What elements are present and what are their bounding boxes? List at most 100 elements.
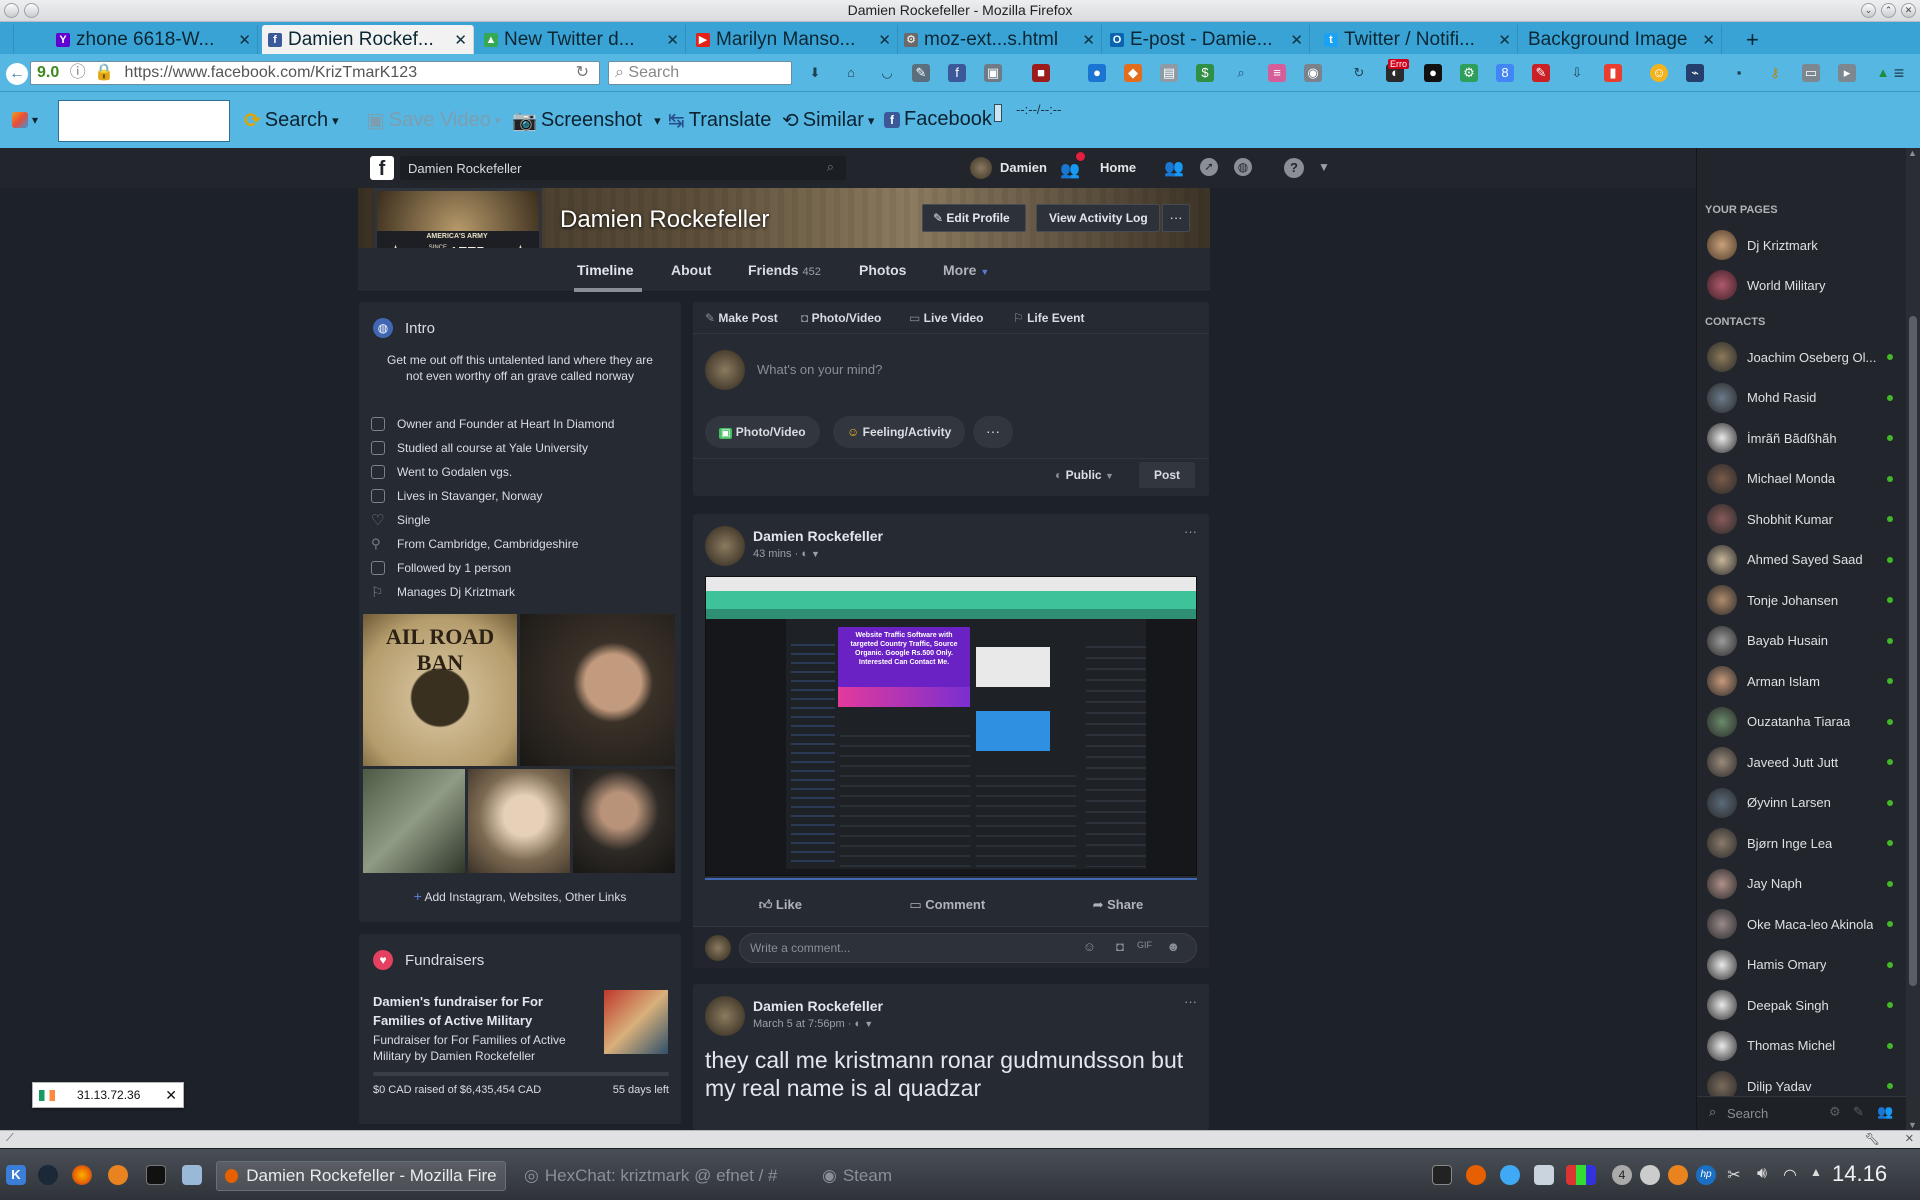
toolbar-search-input[interactable] — [58, 100, 230, 142]
tab-more[interactable]: More ▼ — [943, 262, 989, 278]
wifi-icon[interactable]: ◠ — [1780, 1165, 1800, 1185]
kde-menu-icon[interactable]: K — [6, 1165, 26, 1185]
tab-close-icon[interactable]: ✕ — [666, 31, 679, 49]
contact-item[interactable]: Shobhit Kumar — [1707, 502, 1897, 536]
photo-woman[interactable] — [468, 769, 570, 873]
feather-icon[interactable]: ✎ — [912, 64, 930, 82]
photo-banknote[interactable]: AIL ROAD BAN — [363, 614, 517, 766]
contact-item[interactable]: Hamis Omary — [1707, 948, 1897, 982]
url-bar[interactable]: 9.0 ⓘ 🔒 https://www.facebook.com/KrizTma… — [30, 61, 600, 85]
wrench-icon[interactable]: 🔧︎ — [1865, 1132, 1880, 1146]
contact-item[interactable]: Bjørn Inge Lea — [1707, 826, 1897, 860]
photo-video-tab[interactable]: ◘ Photo/Video — [801, 311, 881, 325]
post-button[interactable]: Post — [1139, 462, 1195, 488]
life-event-tab[interactable]: ⚐ Life Event — [1013, 311, 1084, 325]
photo-video-button[interactable]: ▣ Photo/Video — [705, 416, 820, 448]
contact-item[interactable]: Joachim Oseberg Ol... — [1707, 340, 1897, 374]
share-button[interactable]: ➦ Share — [1093, 897, 1144, 913]
striped-addon-icon[interactable]: ≡ — [1268, 64, 1286, 82]
file-manager-icon[interactable] — [182, 1165, 202, 1185]
page-item[interactable]: Dj Kriztmark — [1707, 228, 1897, 262]
facebook-button[interactable]: f Facebook — [884, 108, 992, 131]
contact-item[interactable]: Michael Monda — [1707, 462, 1897, 496]
window-pin-button[interactable] — [24, 3, 39, 18]
page-scrollbar[interactable]: ▲ ▼ — [1906, 148, 1920, 1130]
search-icon[interactable]: ⌕ — [827, 159, 834, 175]
fb-user-name[interactable]: Damien — [1000, 160, 1047, 175]
new-tab-plus-icon[interactable]: + — [1740, 25, 1770, 54]
tray-network-icon[interactable] — [1500, 1165, 1520, 1185]
back-arrow-icon[interactable]: ← — [6, 63, 28, 85]
screenshot-addon-icon[interactable]: ▤ — [1160, 64, 1178, 82]
post-options-icon[interactable]: ··· — [1184, 994, 1197, 1009]
help-icon[interactable]: ? — [1284, 158, 1304, 178]
tray-hp-icon[interactable]: hp — [1696, 1165, 1716, 1185]
similar-button[interactable]: ⟲ Similar ▾ — [782, 108, 874, 133]
dollar-addon-icon[interactable]: $ — [1196, 64, 1214, 82]
volume-icon[interactable]: 🔊︎ — [1752, 1165, 1772, 1185]
messenger-icon[interactable]: ➚ — [1200, 158, 1218, 176]
tab-close-icon[interactable]: ✕ — [454, 31, 467, 49]
firefox-icon[interactable] — [72, 1165, 92, 1185]
fundraiser-image[interactable] — [604, 990, 668, 1054]
tab-close-icon[interactable]: ✕ — [1290, 31, 1303, 49]
media-slider-left[interactable] — [994, 104, 1002, 122]
sticker-icon[interactable]: ☻ — [1166, 939, 1180, 954]
location-pin-icon[interactable]: ● — [1088, 64, 1106, 82]
friends-icon[interactable]: 👥 — [1164, 158, 1184, 178]
post-time[interactable]: March 5 at 7:56pm · ◐ ▼ — [753, 1018, 873, 1030]
more-options-button[interactable]: ··· — [973, 416, 1013, 448]
close-icon[interactable]: ✕ — [165, 1083, 177, 1107]
contact-item[interactable]: Bayab Husain — [1707, 624, 1897, 658]
tab-close-icon[interactable]: ✕ — [1082, 31, 1095, 49]
tab-3[interactable]: ▶ Marilyn Manso... ✕ — [690, 25, 898, 54]
magnifier-addon-icon[interactable]: ⌕ — [1232, 64, 1250, 82]
composer-input[interactable]: What's on your mind? — [757, 362, 882, 377]
site-info-icon[interactable]: ⓘ — [70, 64, 86, 81]
post-image-screenshot[interactable]: Website Traffic Software with targeted C… — [705, 576, 1197, 876]
camera-addon-icon[interactable]: ◉ — [1304, 64, 1322, 82]
colorful-addon-icon[interactable]: ◆ — [1124, 64, 1142, 82]
tab-close-icon[interactable]: ✕ — [878, 31, 891, 49]
toolbar-search-button[interactable]: ⟳ Search ▾ — [244, 108, 339, 133]
settings-icon[interactable]: ⚙ — [1829, 1104, 1841, 1120]
sync-addon-icon[interactable]: ↻ — [1350, 64, 1368, 82]
chat-search-input[interactable]: Search — [1727, 1106, 1768, 1121]
task-firefox[interactable]: Damien Rockefeller - Mozilla Firefo — [216, 1161, 506, 1191]
tab-4[interactable]: ⚙ moz-ext...s.html ✕ — [898, 25, 1102, 54]
group-icon[interactable]: 👥 — [1877, 1104, 1893, 1120]
post-time[interactable]: 43 mins · ◐ ▼ — [753, 548, 820, 560]
facebook-logo-icon[interactable]: f — [370, 156, 394, 180]
contact-item[interactable]: Mohd Rasid — [1707, 381, 1897, 415]
tab-7[interactable]: Background Image ✕ — [1522, 25, 1722, 54]
tray-color-icon[interactable] — [1566, 1165, 1596, 1185]
post-author[interactable]: Damien Rockefeller — [753, 998, 883, 1014]
reload-icon[interactable]: ↻ — [576, 62, 589, 84]
tray-tools-icon[interactable]: ✂ — [1724, 1165, 1744, 1185]
avatar[interactable] — [705, 996, 745, 1036]
pocket-icon[interactable]: ◡ — [878, 64, 896, 82]
photo-dollar[interactable] — [363, 769, 465, 873]
hamburger-menu-icon[interactable]: ≡ — [1890, 64, 1908, 82]
avatar[interactable] — [705, 526, 745, 566]
feeling-activity-button[interactable]: ☺ Feeling/Activity — [833, 416, 966, 448]
photo-man[interactable] — [520, 614, 675, 766]
new-message-icon[interactable]: ✎ — [1853, 1104, 1864, 1120]
google-addon-icon[interactable]: 8 — [1496, 64, 1514, 82]
tab-2[interactable]: ▲ New Twitter d... ✕ — [478, 25, 686, 54]
post-author[interactable]: Damien Rockefeller — [753, 528, 883, 544]
post-options-icon[interactable]: ··· — [1184, 524, 1197, 539]
photo-man-2[interactable] — [573, 769, 675, 873]
google-drive-pinned-icon[interactable]: ▲ — [2, 25, 14, 54]
scrollbar-thumb[interactable] — [1909, 316, 1917, 986]
task-hexchat[interactable]: ◎ HexChat: kriztmark @ efnet / # — [516, 1161, 806, 1191]
add-links-button[interactable]: + Add Instagram, Websites, Other Links — [359, 888, 681, 904]
contact-item[interactable]: Ahmed Sayed Saad — [1707, 543, 1897, 577]
contact-item[interactable]: Jay Naph — [1707, 867, 1897, 901]
video-addon-icon[interactable]: ▸ — [1838, 64, 1856, 82]
save-disk-icon[interactable]: ▪ — [1730, 64, 1748, 82]
graph-addon-icon[interactable]: ⌁ — [1686, 64, 1704, 82]
make-post-tab[interactable]: ✎ Make Post — [705, 311, 778, 325]
key-addon-icon[interactable]: ⚷ — [1766, 64, 1784, 82]
tab-5[interactable]: O E-post - Damie... ✕ — [1104, 25, 1310, 54]
